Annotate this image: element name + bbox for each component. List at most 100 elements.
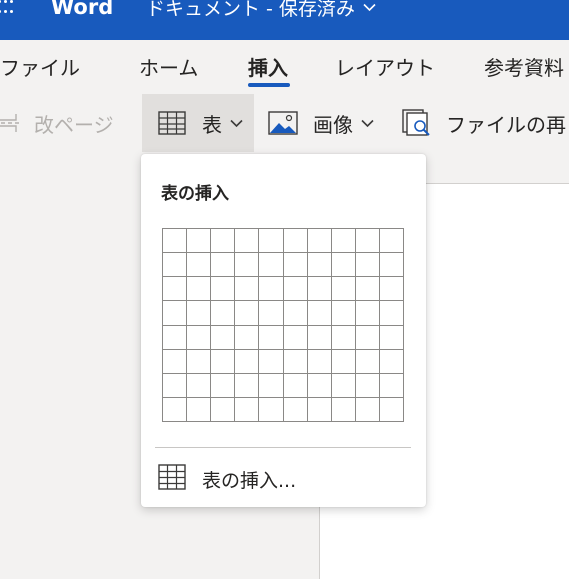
grid-cell[interactable] — [355, 253, 380, 278]
page-break-button[interactable]: 改ページ — [0, 94, 132, 152]
grid-cell[interactable] — [163, 349, 188, 374]
grid-cell[interactable] — [235, 325, 260, 350]
table-size-grid[interactable] — [162, 228, 404, 422]
grid-cell[interactable] — [235, 253, 260, 278]
grid-cell[interactable] — [331, 253, 356, 278]
grid-cell[interactable] — [355, 325, 380, 350]
grid-cell[interactable] — [211, 229, 236, 254]
grid-cell[interactable] — [211, 373, 236, 398]
image-button[interactable]: 画像 — [268, 94, 390, 152]
grid-cell[interactable] — [187, 277, 212, 302]
grid-cell[interactable] — [211, 325, 236, 350]
grid-cell[interactable] — [163, 373, 188, 398]
grid-cell[interactable] — [307, 373, 332, 398]
grid-cell[interactable] — [331, 325, 356, 350]
table-icon — [158, 464, 186, 494]
grid-cell[interactable] — [187, 301, 212, 326]
grid-cell[interactable] — [283, 253, 308, 278]
grid-cell[interactable] — [331, 349, 356, 374]
grid-cell[interactable] — [235, 397, 260, 422]
grid-cell[interactable] — [163, 229, 188, 254]
grid-cell[interactable] — [379, 397, 404, 422]
grid-cell[interactable] — [163, 277, 188, 302]
grid-cell[interactable] — [355, 349, 380, 374]
grid-cell[interactable] — [211, 397, 236, 422]
grid-cell[interactable] — [187, 229, 212, 254]
ribbon-toolbar: 改ページ 表 画像 ファイルの再 — [0, 90, 569, 154]
grid-cell[interactable] — [307, 325, 332, 350]
grid-cell[interactable] — [259, 277, 284, 302]
grid-cell[interactable] — [211, 349, 236, 374]
grid-cell[interactable] — [259, 373, 284, 398]
grid-cell[interactable] — [187, 325, 212, 350]
grid-cell[interactable] — [163, 325, 188, 350]
grid-cell[interactable] — [187, 253, 212, 278]
grid-cell[interactable] — [379, 325, 404, 350]
grid-cell[interactable] — [307, 277, 332, 302]
grid-cell[interactable] — [235, 277, 260, 302]
grid-cell[interactable] — [163, 253, 188, 278]
page-break-label: 改ページ — [34, 112, 114, 137]
grid-cell[interactable] — [211, 301, 236, 326]
grid-cell[interactable] — [259, 349, 284, 374]
grid-cell[interactable] — [283, 349, 308, 374]
grid-cell[interactable] — [163, 301, 188, 326]
tab-references[interactable]: 参考資料 — [484, 52, 564, 81]
grid-cell[interactable] — [331, 301, 356, 326]
grid-cell[interactable] — [259, 325, 284, 350]
grid-cell[interactable] — [307, 397, 332, 422]
grid-cell[interactable] — [259, 301, 284, 326]
grid-cell[interactable] — [283, 229, 308, 254]
grid-cell[interactable] — [259, 397, 284, 422]
file-reuse-button[interactable]: ファイルの再 — [402, 94, 569, 152]
grid-cell[interactable] — [259, 253, 284, 278]
tab-file[interactable]: ファイル — [0, 52, 80, 81]
grid-cell[interactable] — [307, 349, 332, 374]
grid-cell[interactable] — [355, 373, 380, 398]
tab-layout[interactable]: レイアウト — [335, 52, 435, 81]
tab-insert[interactable]: 挿入 — [248, 52, 288, 81]
document-title[interactable]: ドキュメント - 保存済み — [146, 0, 376, 21]
grid-cell[interactable] — [283, 325, 308, 350]
grid-cell[interactable] — [379, 229, 404, 254]
grid-cell[interactable] — [235, 301, 260, 326]
grid-cell[interactable] — [283, 397, 308, 422]
grid-cell[interactable] — [355, 229, 380, 254]
grid-cell[interactable] — [235, 229, 260, 254]
grid-cell[interactable] — [187, 397, 212, 422]
tab-home[interactable]: ホーム — [139, 52, 198, 81]
grid-cell[interactable] — [331, 397, 356, 422]
grid-cell[interactable] — [283, 277, 308, 302]
grid-cell[interactable] — [163, 397, 188, 422]
grid-cell[interactable] — [331, 277, 356, 302]
insert-table-item[interactable]: 表の挿入... — [141, 455, 426, 501]
grid-cell[interactable] — [355, 277, 380, 302]
table-button[interactable]: 表 — [142, 94, 254, 152]
grid-cell[interactable] — [379, 277, 404, 302]
grid-cell[interactable] — [283, 301, 308, 326]
grid-cell[interactable] — [235, 349, 260, 374]
grid-cell[interactable] — [307, 253, 332, 278]
grid-cell[interactable] — [259, 229, 284, 254]
grid-cell[interactable] — [331, 373, 356, 398]
grid-cell[interactable] — [307, 229, 332, 254]
app-name[interactable]: Word — [51, 0, 113, 19]
file-reuse-icon — [402, 109, 432, 137]
grid-cell[interactable] — [211, 253, 236, 278]
grid-cell[interactable] — [307, 301, 332, 326]
grid-cell[interactable] — [379, 349, 404, 374]
insert-table-menu: 表の挿入 表の挿入... — [141, 154, 426, 507]
app-launcher-icon[interactable] — [0, 0, 14, 16]
grid-cell[interactable] — [331, 229, 356, 254]
grid-cell[interactable] — [379, 301, 404, 326]
grid-cell[interactable] — [187, 373, 212, 398]
grid-cell[interactable] — [355, 397, 380, 422]
grid-cell[interactable] — [187, 349, 212, 374]
grid-cell[interactable] — [379, 253, 404, 278]
grid-cell[interactable] — [355, 301, 380, 326]
grid-cell[interactable] — [283, 373, 308, 398]
grid-cell[interactable] — [235, 373, 260, 398]
grid-cell[interactable] — [211, 277, 236, 302]
table-label: 表 — [202, 112, 222, 137]
grid-cell[interactable] — [379, 373, 404, 398]
